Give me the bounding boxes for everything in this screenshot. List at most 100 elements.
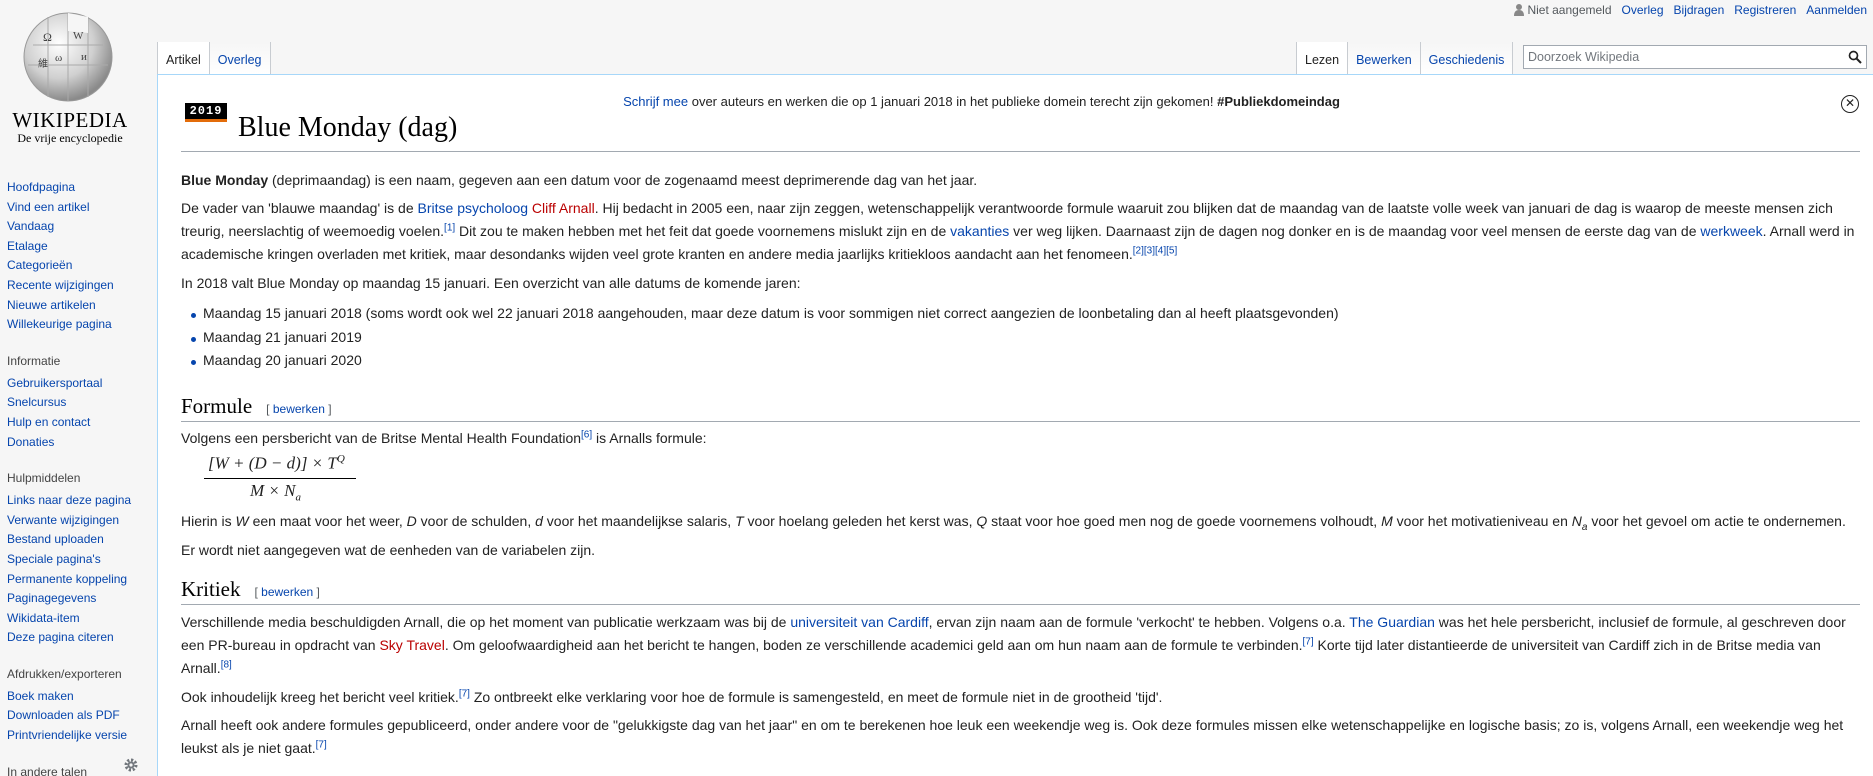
sidebar-item-quick-course[interactable]: Snelcursus xyxy=(7,393,147,413)
page-title: Blue Monday (dag) xyxy=(238,112,458,143)
svg-text:и: и xyxy=(81,51,87,63)
paragraph-criticism-3: Arnall heeft ook andere formules gepubli… xyxy=(181,717,1844,756)
link-vakanties[interactable]: vakanties xyxy=(950,223,1009,239)
tab-talk[interactable]: Overleg xyxy=(209,42,271,74)
ref-7[interactable]: [7] xyxy=(1303,636,1314,647)
section-divider xyxy=(181,421,1860,422)
contributions-link[interactable]: Bijdragen xyxy=(1674,3,1725,17)
sidebar-item-wikidata-item[interactable]: Wikidata-item xyxy=(7,609,147,629)
search-input[interactable] xyxy=(1524,46,1834,68)
math-formula: [W + (D − d)] × TQ M × Na xyxy=(204,451,359,506)
sidebar-item-random-page[interactable]: Willekeurige pagina xyxy=(7,315,147,335)
heading-formule: Formule[ bewerken ] xyxy=(181,394,332,418)
sidebar-item-related-changes[interactable]: Verwante wijzigingen xyxy=(7,511,147,531)
sidebar-heading-print: Afdrukken/exporteren xyxy=(7,666,122,681)
ref-6[interactable]: [6] xyxy=(581,429,592,440)
heading-kritiek: Kritiek[ bewerken ] xyxy=(181,577,320,601)
link-sky-travel[interactable]: Sky Travel xyxy=(379,637,444,653)
sidebar-item-recent-changes[interactable]: Recente wijzigingen xyxy=(7,276,147,296)
notice-link[interactable]: Schrijf mee xyxy=(623,94,688,109)
paragraph-origin: De vader van 'blauwe maandag' is de Brit… xyxy=(181,200,1855,262)
tab-edit[interactable]: Bewerken xyxy=(1348,42,1421,74)
list-item: Maandag 21 januari 2019 xyxy=(190,326,1339,350)
sidebar-item-new-articles[interactable]: Nieuwe artikelen xyxy=(7,296,147,316)
tools-portal: Links naar deze pagina Verwante wijzigin… xyxy=(7,491,147,648)
sidebar-item-special-pages[interactable]: Speciale pagina's xyxy=(7,550,147,570)
sidebar-item-what-links-here[interactable]: Links naar deze pagina xyxy=(7,491,147,511)
svg-text:Ω: Ω xyxy=(43,30,52,44)
sidebar-item-printable-version[interactable]: Printvriendelijke versie xyxy=(7,726,147,746)
ref-1[interactable]: [1] xyxy=(444,222,455,233)
paragraph-formula-intro: Volgens een persbericht van de Britse Me… xyxy=(181,429,707,446)
register-link[interactable]: Registreren xyxy=(1734,3,1796,17)
paragraph-2018: In 2018 valt Blue Monday op maandag 15 j… xyxy=(181,275,801,291)
title-divider xyxy=(181,151,1860,152)
dates-list: Maandag 15 januari 2018 (soms wordt ook … xyxy=(190,302,1339,373)
link-universiteit-van-cardiff[interactable]: universiteit van Cardiff xyxy=(790,614,928,630)
sidebar: Hoofdpagina Vind een artikel Vandaag Eta… xyxy=(7,178,147,776)
ref-7[interactable]: [7] xyxy=(316,739,327,750)
namespace-tabs: Artikel Overleg xyxy=(157,42,271,74)
sidebar-heading-tools: Hulpmiddelen xyxy=(7,471,81,486)
search-icon[interactable] xyxy=(1848,50,1862,64)
sidebar-item-permanent-link[interactable]: Permanente koppeling xyxy=(7,570,147,590)
sidebar-item-today[interactable]: Vandaag xyxy=(7,217,147,237)
view-tabs: Lezen Bewerken Geschiedenis xyxy=(1296,42,1514,74)
sidebar-item-help-contact[interactable]: Hulp en contact xyxy=(7,413,147,433)
close-notice-button[interactable]: ✕ xyxy=(1841,95,1859,113)
info-portal: Gebruikersportaal Snelcursus Hulp en con… xyxy=(7,374,147,452)
tab-history[interactable]: Geschiedenis xyxy=(1420,42,1514,74)
gear-icon[interactable] xyxy=(123,757,139,773)
svg-text:ω: ω xyxy=(55,52,62,64)
sidebar-item-find-article[interactable]: Vind een artikel xyxy=(7,198,147,218)
sidebar-item-cite-page[interactable]: Deze pagina citeren xyxy=(7,628,147,648)
sidebar-item-categories[interactable]: Categorieën xyxy=(7,256,147,276)
ref-8[interactable]: [8] xyxy=(221,659,232,670)
sidebar-item-create-book[interactable]: Boek maken xyxy=(7,687,147,707)
paragraph-intro: Blue Monday (deprimaandag) is een naam, … xyxy=(181,172,978,188)
sidebar-item-download-pdf[interactable]: Downloaden als PDF xyxy=(7,706,147,726)
puzzle-globe-icon: Ω W ω и 維 xyxy=(23,12,113,102)
close-icon: ✕ xyxy=(1844,96,1856,110)
ref-2-5[interactable]: [2][3][4][5] xyxy=(1133,245,1177,256)
section-divider xyxy=(181,604,1860,605)
personal-tools: Niet aangemeld Overleg Bijdragen Registr… xyxy=(1514,3,1867,17)
ref-7[interactable]: [7] xyxy=(459,688,470,699)
paragraph-criticism-1: Verschillende media beschuldigden Arnall… xyxy=(181,614,1846,676)
talk-link[interactable]: Overleg xyxy=(1622,3,1664,17)
print-portal: Boek maken Downloaden als PDF Printvrien… xyxy=(7,687,147,746)
link-the-guardian[interactable]: The Guardian xyxy=(1349,614,1435,630)
link-britse[interactable]: Britse xyxy=(418,200,454,216)
paragraph-criticism-2: Ook inhoudelijk kreeg het bericht veel k… xyxy=(181,688,1163,705)
banner-2019-logo: 2019 xyxy=(185,103,227,122)
edit-section-kritiek[interactable]: [ bewerken ] xyxy=(254,585,319,599)
sidebar-item-showcase[interactable]: Etalage xyxy=(7,237,147,257)
edit-section-formule[interactable]: [ bewerken ] xyxy=(266,402,331,416)
nav-portal: Hoofdpagina Vind een artikel Vandaag Eta… xyxy=(7,178,147,335)
tab-read[interactable]: Lezen xyxy=(1297,42,1349,74)
notice-text: over auteurs en werken die op 1 januari … xyxy=(688,94,1218,109)
tagline: De vrije encyclopedie xyxy=(17,131,123,145)
list-item: Maandag 20 januari 2020 xyxy=(190,349,1339,373)
link-werkweek[interactable]: werkweek xyxy=(1700,223,1762,239)
sidebar-item-donations[interactable]: Donaties xyxy=(7,433,147,453)
notice-hashtag: #Publiekdomeindag xyxy=(1217,94,1340,109)
sidebar-item-community-portal[interactable]: Gebruikersportaal xyxy=(7,374,147,394)
svg-text:W: W xyxy=(73,30,84,42)
link-cliff-arnall[interactable]: Cliff Arnall xyxy=(532,200,595,216)
search-box xyxy=(1523,45,1867,69)
wordmark: Wikipedia xyxy=(12,108,128,132)
login-link[interactable]: Aanmelden xyxy=(1806,3,1867,17)
site-notice: Schrijf mee over auteurs en werken die o… xyxy=(0,94,1873,109)
sidebar-item-upload-file[interactable]: Bestand uploaden xyxy=(7,530,147,550)
svg-text:維: 維 xyxy=(38,57,48,70)
sidebar-heading-info: Informatie xyxy=(7,353,61,368)
sidebar-item-main-page[interactable]: Hoofdpagina xyxy=(7,178,147,198)
paragraph-formula-explanation: Hierin is W een maat voor het weer, D vo… xyxy=(181,513,1846,558)
list-item: Maandag 15 januari 2018 (soms wordt ook … xyxy=(190,302,1339,326)
link-psycholoog[interactable]: psycholoog xyxy=(457,200,528,216)
wikipedia-logo[interactable]: Ω W ω и 維 Wikipedia De vrije encyclopedi… xyxy=(0,0,157,160)
tab-article[interactable]: Artikel xyxy=(158,42,210,74)
sidebar-item-page-info[interactable]: Paginagegevens xyxy=(7,589,147,609)
anon-status: Niet aangemeld xyxy=(1514,3,1612,17)
